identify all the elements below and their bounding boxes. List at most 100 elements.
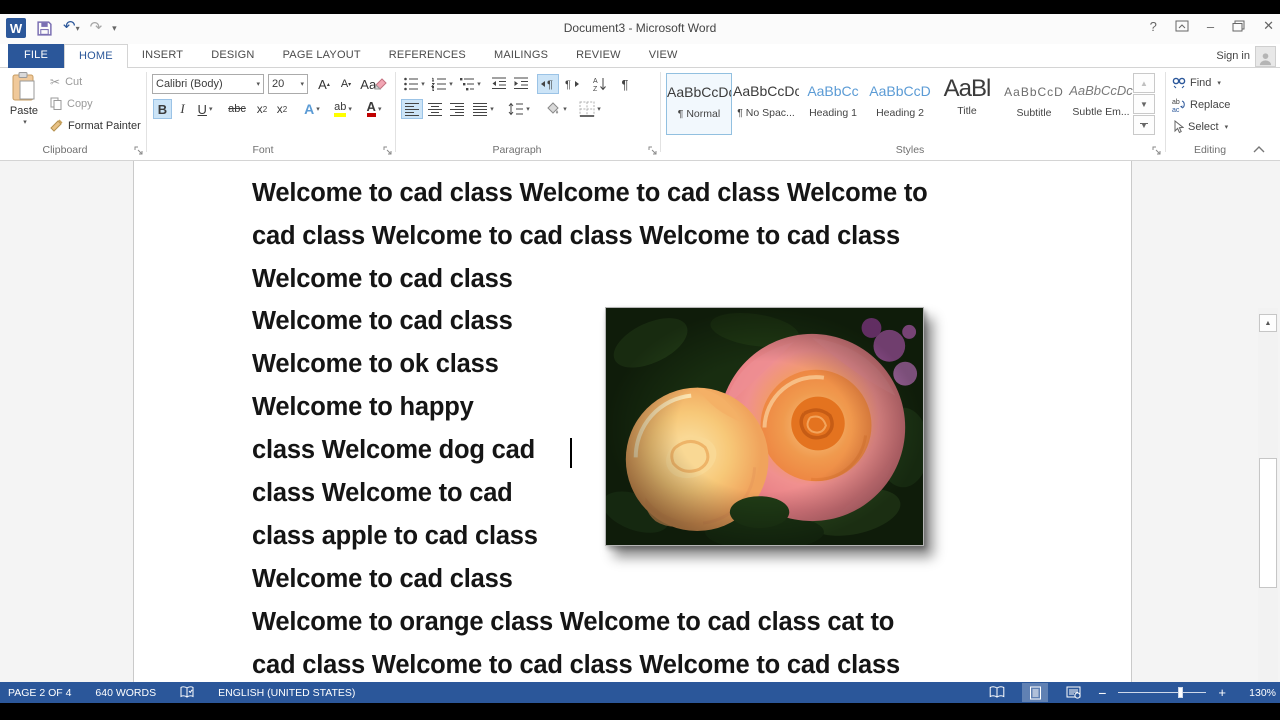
increase-indent-button[interactable] xyxy=(511,74,531,94)
tab-file[interactable]: FILE xyxy=(8,44,65,68)
underline-button[interactable]: U ▾ xyxy=(192,99,218,119)
collapse-ribbon-icon[interactable] xyxy=(1252,144,1266,154)
tab-view[interactable]: VIEW xyxy=(635,44,692,68)
font-family-combo[interactable]: Calibri (Body) ▾ xyxy=(152,74,264,94)
styles-scroll-up[interactable]: ▲ xyxy=(1133,73,1155,93)
ribbon-display-options-icon[interactable] xyxy=(1175,20,1189,32)
print-layout-button[interactable] xyxy=(1022,683,1049,702)
web-layout-button[interactable] xyxy=(1060,683,1086,702)
restore-icon[interactable] xyxy=(1232,20,1245,32)
style-no-spacing[interactable]: AaBbCcDc ¶ No Spac... xyxy=(733,73,799,135)
window-title: Document3 - Microsoft Word xyxy=(563,21,717,35)
font-family-caret-icon: ▾ xyxy=(256,81,260,88)
read-mode-button[interactable] xyxy=(984,683,1010,702)
bold-button[interactable]: B xyxy=(153,99,172,119)
styles-scroll-down[interactable]: ▼ xyxy=(1133,94,1155,114)
ribbon-home: Paste ▾ ✂ Cut Copy Format Painter Clipbo… xyxy=(0,68,1280,161)
tab-review[interactable]: REVIEW xyxy=(562,44,635,68)
bullets-button[interactable]: ▾ xyxy=(401,74,427,94)
scroll-up-icon[interactable]: ▲ xyxy=(1259,314,1277,332)
tab-insert[interactable]: INSERT xyxy=(128,44,197,68)
grow-font-button[interactable]: A ▴ xyxy=(314,74,334,94)
left-to-right-button[interactable]: ¶ xyxy=(537,74,559,94)
paste-caret-icon: ▾ xyxy=(23,119,27,126)
find-icon xyxy=(1172,77,1186,89)
minimize-icon[interactable]: – xyxy=(1207,19,1214,34)
copy-button[interactable]: Copy xyxy=(50,97,93,110)
strikethrough-button[interactable]: abc xyxy=(224,99,250,119)
cut-button[interactable]: ✂ Cut xyxy=(50,75,82,89)
superscript-button[interactable]: x2 xyxy=(272,99,292,119)
proofing-icon[interactable] xyxy=(180,686,194,699)
highlight-color-button[interactable]: ab ▾ xyxy=(328,99,358,119)
subscript-button[interactable]: x2 xyxy=(252,99,272,119)
scrollbar-thumb[interactable] xyxy=(1259,458,1277,588)
doc-line: Welcome to orange class Welcome to cad c… xyxy=(252,608,895,636)
align-center-button[interactable] xyxy=(425,99,445,119)
line-spacing-button[interactable]: ▾ xyxy=(505,99,533,119)
ribbon-tab-row: FILE HOME INSERT DESIGN PAGE LAYOUT REFE… xyxy=(0,44,1280,69)
font-color-button[interactable]: A ▾ xyxy=(360,99,388,119)
word-count[interactable]: 640 WORDS xyxy=(95,687,156,699)
italic-label: I xyxy=(180,101,185,116)
zoom-out-button[interactable]: − xyxy=(1098,685,1106,701)
style-title[interactable]: AaBl Title xyxy=(934,73,1000,135)
font-size-combo[interactable]: 20 ▾ xyxy=(268,74,308,94)
help-icon[interactable]: ? xyxy=(1150,19,1157,34)
tab-home[interactable]: HOME xyxy=(64,44,128,69)
replace-button[interactable]: ab ac Replace xyxy=(1172,98,1230,112)
clipboard-dialog-launcher-icon[interactable] xyxy=(134,146,145,157)
shading-button[interactable]: ▾ xyxy=(541,99,571,119)
paragraph-dialog-launcher-icon[interactable] xyxy=(648,146,659,157)
multilevel-list-button[interactable]: ▾ xyxy=(457,74,483,94)
sign-in-link[interactable]: Sign in xyxy=(1216,50,1250,62)
borders-button[interactable]: ▾ xyxy=(575,99,605,119)
tab-design[interactable]: DESIGN xyxy=(197,44,268,68)
zoom-level[interactable]: 130% xyxy=(1238,687,1276,699)
tab-page-layout[interactable]: PAGE LAYOUT xyxy=(269,44,375,68)
align-right-button[interactable] xyxy=(447,99,467,119)
sort-button[interactable]: AZ xyxy=(589,74,611,94)
format-painter-button[interactable]: Format Painter xyxy=(50,119,141,132)
letterbox-top xyxy=(0,0,1280,14)
letterbox-bottom xyxy=(0,703,1280,720)
bold-label: B xyxy=(157,101,168,117)
styles-gallery-more[interactable]: ▼ xyxy=(1133,115,1155,135)
close-icon[interactable]: ✕ xyxy=(1263,18,1274,34)
tab-mailings[interactable]: MAILINGS xyxy=(480,44,562,68)
find-button[interactable]: Find ▾ xyxy=(1172,76,1221,89)
zoom-thumb[interactable] xyxy=(1178,687,1184,698)
style-heading2[interactable]: AaBbCcD Heading 2 xyxy=(867,73,933,135)
paste-button[interactable]: Paste ▾ xyxy=(4,72,44,138)
select-button[interactable]: Select ▾ xyxy=(1172,120,1228,134)
italic-button[interactable]: I xyxy=(175,99,190,119)
style-subtle-emphasis[interactable]: AaBbCcDc Subtle Em... xyxy=(1068,73,1134,135)
vertical-scrollbar[interactable]: ▲ xyxy=(1258,308,1278,682)
align-left-button[interactable] xyxy=(401,99,423,119)
style-normal[interactable]: AaBbCcDc ¶ Normal xyxy=(666,73,732,135)
paste-icon xyxy=(12,72,35,101)
clear-formatting-icon[interactable] xyxy=(373,76,388,91)
text-effects-button[interactable]: A ▾ xyxy=(298,99,326,119)
document-page[interactable]: Welcome to cad class Welcome to cad clas… xyxy=(133,161,1132,682)
styles-dialog-launcher-icon[interactable] xyxy=(1152,146,1163,157)
language-indicator[interactable]: ENGLISH (UNITED STATES) xyxy=(218,687,355,699)
avatar[interactable] xyxy=(1255,46,1276,67)
justify-button[interactable]: ▾ xyxy=(469,99,497,119)
svg-text:ab: ab xyxy=(1172,99,1180,106)
shrink-font-button[interactable]: A ▾ xyxy=(336,74,356,94)
highlight-label: ab xyxy=(334,101,347,117)
style-heading1[interactable]: AaBbCc Heading 1 xyxy=(800,73,866,135)
tab-references[interactable]: REFERENCES xyxy=(375,44,480,68)
decrease-indent-button[interactable] xyxy=(489,74,509,94)
zoom-slider[interactable] xyxy=(1118,683,1207,702)
numbering-button[interactable]: ▾ xyxy=(429,74,455,94)
rose-photo[interactable] xyxy=(605,307,924,546)
show-paragraph-marks-button[interactable]: ¶ xyxy=(615,74,635,94)
style-subtitle[interactable]: AaBbCcD Subtitle xyxy=(1001,73,1067,135)
styles-group-label: Styles xyxy=(895,144,925,156)
zoom-in-button[interactable]: + xyxy=(1218,685,1226,700)
page-indicator[interactable]: PAGE 2 OF 4 xyxy=(8,687,71,699)
font-dialog-launcher-icon[interactable] xyxy=(383,146,394,157)
right-to-left-button[interactable]: ¶ xyxy=(561,74,583,94)
